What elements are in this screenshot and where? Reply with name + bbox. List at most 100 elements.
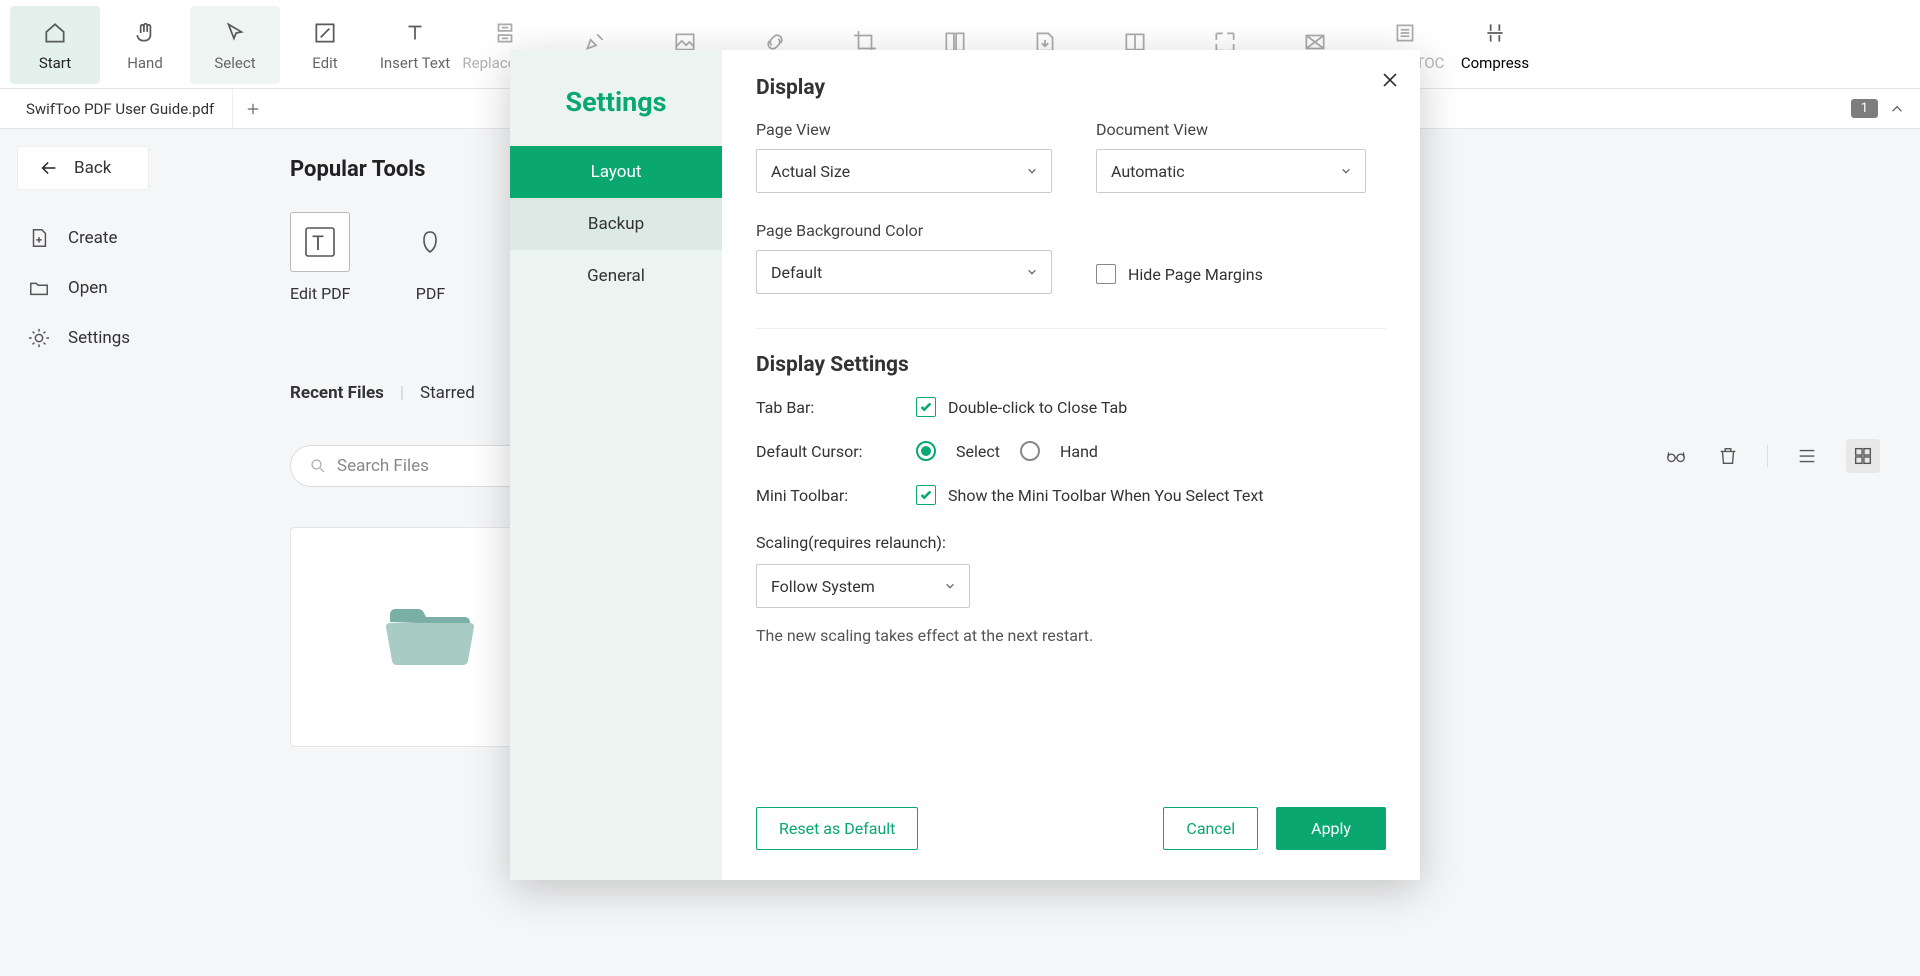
mini-toolbar-opt-label: Show the Mini Toolbar When You Select Te…	[948, 486, 1264, 505]
hide-margins-checkbox[interactable]	[1096, 264, 1116, 284]
search-icon	[309, 457, 327, 475]
view-controls	[1663, 439, 1880, 473]
reset-default-button[interactable]: Reset as Default	[756, 807, 918, 850]
tool-edit[interactable]: Edit	[280, 6, 370, 84]
separator: |	[400, 383, 404, 403]
back-button[interactable]: Back	[18, 147, 148, 189]
back-label: Back	[74, 158, 111, 178]
page-view-select[interactable]: Actual Size	[756, 149, 1052, 193]
cursor-icon	[220, 18, 250, 48]
new-tab-button[interactable]	[233, 89, 273, 129]
sidebar-label: Create	[68, 228, 118, 248]
tab-right-controls: 1	[1851, 99, 1906, 118]
display-heading: Display	[756, 76, 1386, 100]
compress-icon	[1480, 18, 1510, 48]
tool-select[interactable]: Select	[190, 6, 280, 84]
settings-nav: Settings Layout Backup General	[510, 50, 722, 880]
sidebar-label: Settings	[68, 328, 130, 348]
cancel-button[interactable]: Cancel	[1163, 807, 1258, 850]
hand-icon	[130, 18, 160, 48]
trash-icon[interactable]	[1715, 443, 1741, 469]
tool-insert-text[interactable]: Insert Text	[370, 6, 460, 84]
folder-icon	[28, 277, 50, 299]
cursor-hand-radio[interactable]	[1020, 441, 1040, 461]
caret-down-icon	[945, 581, 955, 591]
tool-compress[interactable]: Compress	[1450, 6, 1540, 84]
tool-label: Edit PDF	[290, 284, 351, 303]
file-plus-icon	[28, 227, 50, 249]
dbl-click-close-checkbox[interactable]	[916, 397, 936, 417]
chevron-up-icon[interactable]	[1888, 100, 1906, 118]
apply-button[interactable]: Apply	[1276, 807, 1386, 850]
dbl-click-label: Double-click to Close Tab	[948, 398, 1127, 417]
select-value: Actual Size	[771, 162, 850, 181]
caret-down-icon	[1027, 267, 1037, 277]
replace-icon	[490, 18, 520, 48]
sidebar-item-create[interactable]: Create	[0, 213, 250, 263]
edit-pdf-icon: T	[290, 212, 350, 272]
page-view-label: Page View	[756, 120, 1052, 139]
scaling-select[interactable]: Follow System	[756, 564, 970, 608]
edit-box-icon	[310, 18, 340, 48]
settings-footer: Reset as Default Cancel Apply	[756, 783, 1386, 880]
nav-layout[interactable]: Layout	[510, 146, 722, 198]
nav-backup[interactable]: Backup	[510, 198, 722, 250]
gear-icon	[28, 327, 50, 349]
tool-label: Insert Text	[380, 54, 450, 72]
tool-start[interactable]: Start	[10, 6, 100, 84]
text-t-icon	[400, 18, 430, 48]
select-value: Automatic	[1111, 162, 1185, 181]
popular-tool-edit-pdf[interactable]: T Edit PDF	[290, 212, 351, 303]
svg-text:T: T	[312, 231, 324, 255]
toc-icon	[1390, 18, 1420, 48]
tool-label: Hand	[127, 54, 163, 72]
select-value: Follow System	[771, 577, 875, 596]
recent-files-tab[interactable]: Recent Files	[290, 383, 384, 403]
tab-title: SwifToo PDF User Guide.pdf	[26, 100, 214, 118]
cursor-label: Default Cursor:	[756, 442, 916, 461]
tab-bar-label: Tab Bar:	[756, 398, 916, 417]
folder-icon	[380, 597, 480, 677]
bg-color-label: Page Background Color	[756, 221, 1052, 240]
settings-title: Settings	[510, 50, 722, 146]
bg-color-select[interactable]: Default	[756, 250, 1052, 294]
popular-tool-pdf[interactable]: PDF	[400, 212, 460, 303]
select-value: Default	[771, 263, 822, 282]
home-icon	[40, 18, 70, 48]
sidebar-item-settings[interactable]: Settings	[0, 313, 250, 363]
nav-general[interactable]: General	[510, 250, 722, 302]
list-view-icon[interactable]	[1794, 443, 1820, 469]
scaling-label: Scaling(requires relaunch):	[756, 533, 1386, 552]
search-placeholder: Search Files	[337, 456, 429, 476]
display-settings-heading: Display Settings	[756, 353, 1386, 377]
caret-down-icon	[1341, 166, 1351, 176]
tool-label: Select	[214, 54, 255, 72]
settings-body: Display Page View Actual Size Document V…	[722, 50, 1420, 880]
cursor-hand-label: Hand	[1060, 442, 1098, 461]
scaling-hint: The new scaling takes effect at the next…	[756, 626, 1386, 645]
divider	[756, 328, 1386, 329]
separator	[1767, 445, 1768, 467]
tool-label: PDF	[416, 284, 445, 303]
sidebar-label: Open	[68, 278, 108, 298]
left-sidebar: Back Create Open Settings	[0, 129, 250, 976]
mini-toolbar-label: Mini Toolbar:	[756, 486, 916, 505]
tool-label: Compress	[1461, 54, 1529, 72]
document-tab[interactable]: SwifToo PDF User Guide.pdf	[8, 89, 233, 128]
page-indicator: 1	[1851, 99, 1878, 118]
doc-view-label: Document View	[1096, 120, 1366, 139]
pdf-icon	[400, 212, 460, 272]
doc-view-select[interactable]: Automatic	[1096, 149, 1366, 193]
tool-hand[interactable]: Hand	[100, 6, 190, 84]
close-icon[interactable]	[1382, 72, 1398, 88]
grid-view-icon[interactable]	[1846, 439, 1880, 473]
sidebar-item-open[interactable]: Open	[0, 263, 250, 313]
cursor-select-radio[interactable]	[916, 441, 936, 461]
settings-dialog: Settings Layout Backup General Display P…	[510, 50, 1420, 880]
starred-tab[interactable]: Starred	[420, 383, 475, 403]
glasses-icon[interactable]	[1663, 443, 1689, 469]
mini-toolbar-checkbox[interactable]	[916, 485, 936, 505]
cursor-select-label: Select	[956, 442, 1000, 461]
tool-label: Edit	[312, 54, 337, 72]
tool-label: Start	[39, 54, 71, 72]
